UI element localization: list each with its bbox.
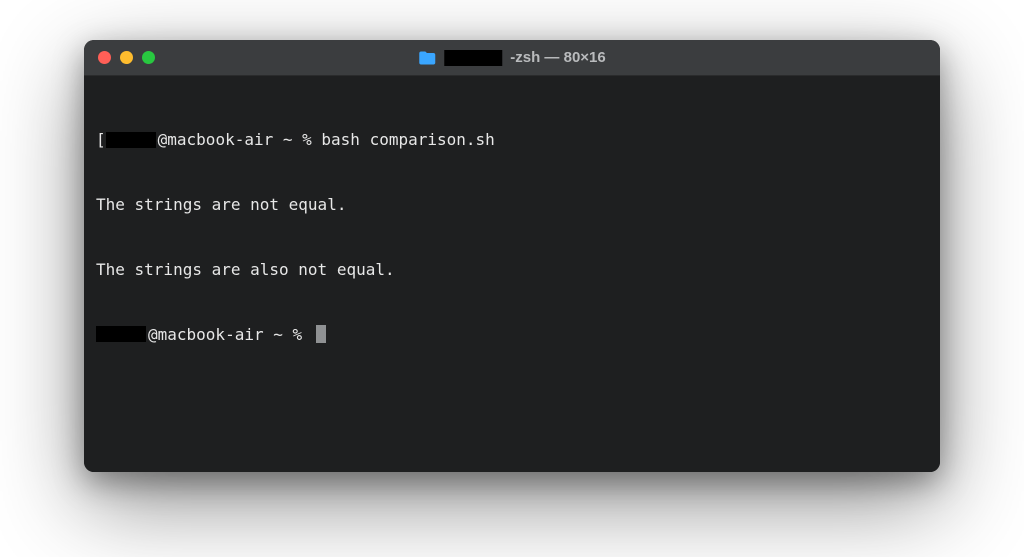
redacted-username	[96, 326, 146, 342]
titlebar: -zsh — 80×16	[84, 40, 940, 76]
redacted-username-title	[444, 50, 502, 66]
prompt-host: @macbook-air ~ %	[148, 324, 312, 346]
maximize-icon[interactable]	[142, 51, 155, 64]
folder-icon	[418, 51, 436, 65]
close-icon[interactable]	[98, 51, 111, 64]
redacted-username	[106, 132, 156, 148]
command-text: bash comparison.sh	[321, 129, 494, 151]
traffic-lights	[98, 51, 155, 64]
minimize-icon[interactable]	[120, 51, 133, 64]
prompt-line-1: [ @macbook-air ~ % bash comparison.sh	[96, 129, 928, 151]
output-line-2: The strings are also not equal.	[96, 259, 928, 281]
open-bracket: [	[96, 129, 106, 151]
prompt-line-2: @macbook-air ~ %	[96, 324, 928, 346]
terminal-body[interactable]: [ @macbook-air ~ % bash comparison.sh The…	[84, 76, 940, 472]
cursor-icon	[316, 325, 326, 343]
output-line-1: The strings are not equal.	[96, 194, 928, 216]
window-title: -zsh — 80×16	[418, 49, 605, 66]
prompt-host: @macbook-air ~ %	[158, 129, 322, 151]
title-text: -zsh — 80×16	[510, 49, 605, 66]
terminal-window: -zsh — 80×16 [ @macbook-air ~ % bash comp…	[84, 40, 940, 472]
